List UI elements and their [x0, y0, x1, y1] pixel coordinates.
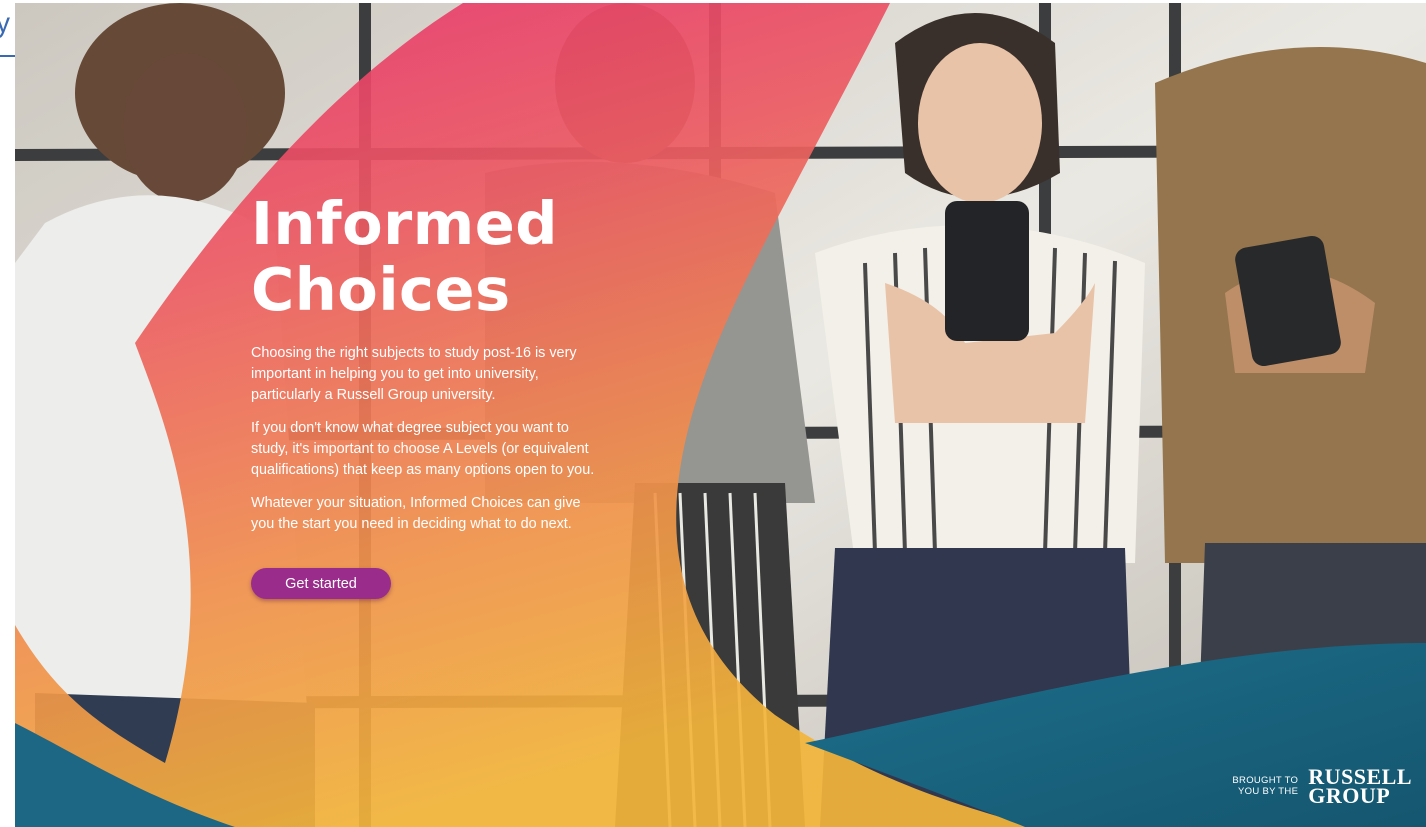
- hero-background-illustration: [15, 3, 1426, 827]
- title-line-2: Choices: [251, 255, 511, 324]
- russell-group-branding: BROUGHT TO YOU BY THE RUSSELL GROUP: [1232, 766, 1412, 807]
- intro-paragraph-1: Choosing the right subjects to study pos…: [251, 345, 577, 403]
- get-started-button[interactable]: Get started: [251, 568, 391, 599]
- hero-content: Informed Choices Choosing the right subj…: [251, 191, 596, 599]
- page-title: Informed Choices: [251, 191, 596, 323]
- brought-line-2: YOU BY THE: [1238, 786, 1299, 797]
- page: y Informed Choices Choosing the right su…: [0, 0, 1426, 827]
- hero-banner: Informed Choices Choosing the right subj…: [15, 3, 1426, 827]
- intro-paragraph-2: If you don't know what degree subject yo…: [251, 420, 595, 478]
- brought-line-1: BROUGHT TO: [1232, 775, 1299, 786]
- corner-link-text[interactable]: y: [0, 8, 10, 38]
- russell-group-logo: RUSSELL GROUP: [1308, 766, 1412, 807]
- intro-paragraph-3: Whatever your situation, Informed Choice…: [251, 495, 581, 532]
- brought-to-you-by-text: BROUGHT TO YOU BY THE: [1232, 775, 1298, 797]
- title-line-1: Informed: [251, 189, 558, 258]
